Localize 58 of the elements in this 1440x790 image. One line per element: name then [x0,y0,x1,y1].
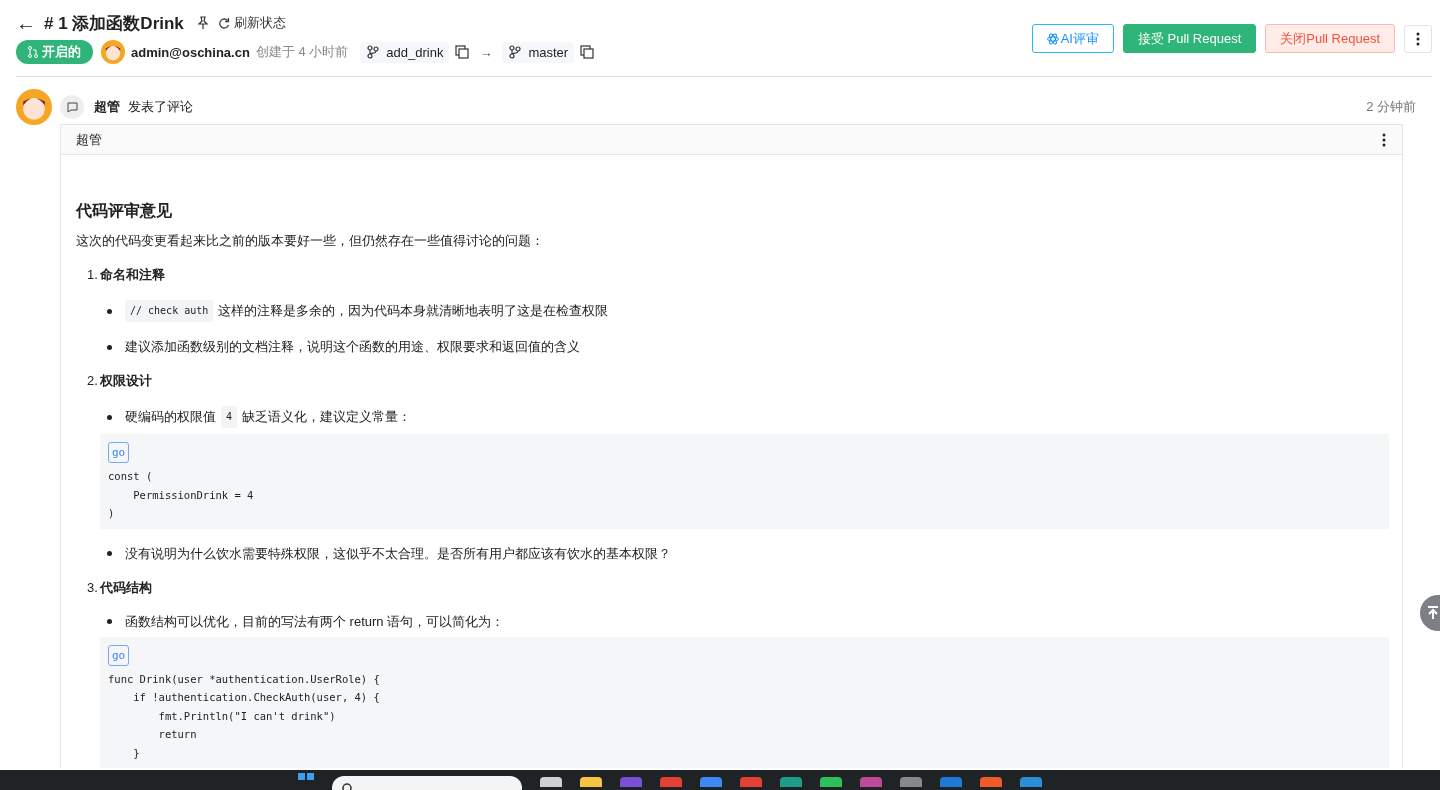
status-badge: 开启的 [16,40,93,64]
comment-action: 发表了评论 [128,98,193,116]
pull-request-icon [28,46,38,58]
code-line: return [157,727,198,742]
created-time: 创建于 4 小时前 [255,43,349,61]
intro-text: 这次的代码变更看起来比之前的版本要好一些，但仍然存在一些值得讨论的问题： [76,232,545,250]
code-line: PermissionDrink = 4 [132,487,255,503]
bullet-icon [107,619,112,624]
language-tag: go [108,644,130,666]
code-line: if !authentication.CheckAuth(user, 4) { [132,690,381,705]
review-heading: 代码评审意见 [76,201,173,221]
author-name[interactable]: admin@oschina.cn [131,44,250,60]
section-title: 代码结构 [99,579,152,595]
arrow-up-icon [1427,606,1439,620]
speech-bubble-icon [66,101,78,113]
list-number: 1. [87,267,98,282]
branch-tag[interactable]: master [502,41,575,63]
bullet-text: 没有说明为什么饮水需要特殊权限，这似乎不太合理。是否所有用户都应该有饮水的基本权限？ [125,544,671,563]
code-line: fmt.Println("I can't drink") [157,708,337,724]
section-title: 权限设计 [99,373,152,388]
branch-tag[interactable]: add_drink [360,41,450,63]
pin-icon[interactable] [195,16,210,30]
list-number: 2. [87,373,98,388]
pr-title: # 1 添加函数Drink [44,12,184,35]
branch-icon [366,45,381,59]
bullet-text: 建议添加函数级别的文档注释，说明这个函数的用途、权限要求和返回值的含义 [125,338,580,356]
back-button[interactable]: ← [16,13,36,33]
comment-author: 超管 [94,98,120,116]
arrow-text: → [479,44,493,60]
refresh-icon [217,17,230,29]
code-line: func Drink(user *authentication.UserRole) { [108,671,381,687]
code-line: const ( [108,469,154,484]
inline-code: // check auth [125,300,214,322]
bullet-icon [107,308,112,314]
avatar-icon [16,89,52,125]
more-icon [1416,31,1420,46]
bullet-text: 缺乏语义化，建议定义常量： [242,408,412,426]
refresh-button[interactable]: 刷新状态 [217,14,286,32]
inline-code: 4 [221,406,238,428]
bullet-icon [107,344,112,350]
section-title: 命名和注释 [99,267,165,282]
bullet-text: 这样的注释是多余的，因为代码本身就清晰地表明了这是在检查权限 [218,302,609,320]
bullet-icon [107,551,112,556]
avatar-icon [101,40,125,64]
copy-icon[interactable] [580,45,595,59]
comment-time: 2 分钟前 [1366,98,1416,116]
bullet-text: 函数结构可以优化，目前的写法有两个 return 语句，可以简化为： [125,612,505,631]
code-line: ) [108,506,116,521]
list-number: 3. [87,579,98,595]
bullet-icon [107,414,112,420]
copy-icon[interactable] [455,45,470,59]
branch-icon [508,45,523,59]
atom-icon [1046,32,1059,45]
more-icon[interactable] [1382,132,1386,147]
card-title: 超管 [76,130,102,149]
language-tag: go [108,442,130,463]
code-line: } [132,745,141,761]
bullet-text: 硬编码的权限值 [125,408,216,426]
